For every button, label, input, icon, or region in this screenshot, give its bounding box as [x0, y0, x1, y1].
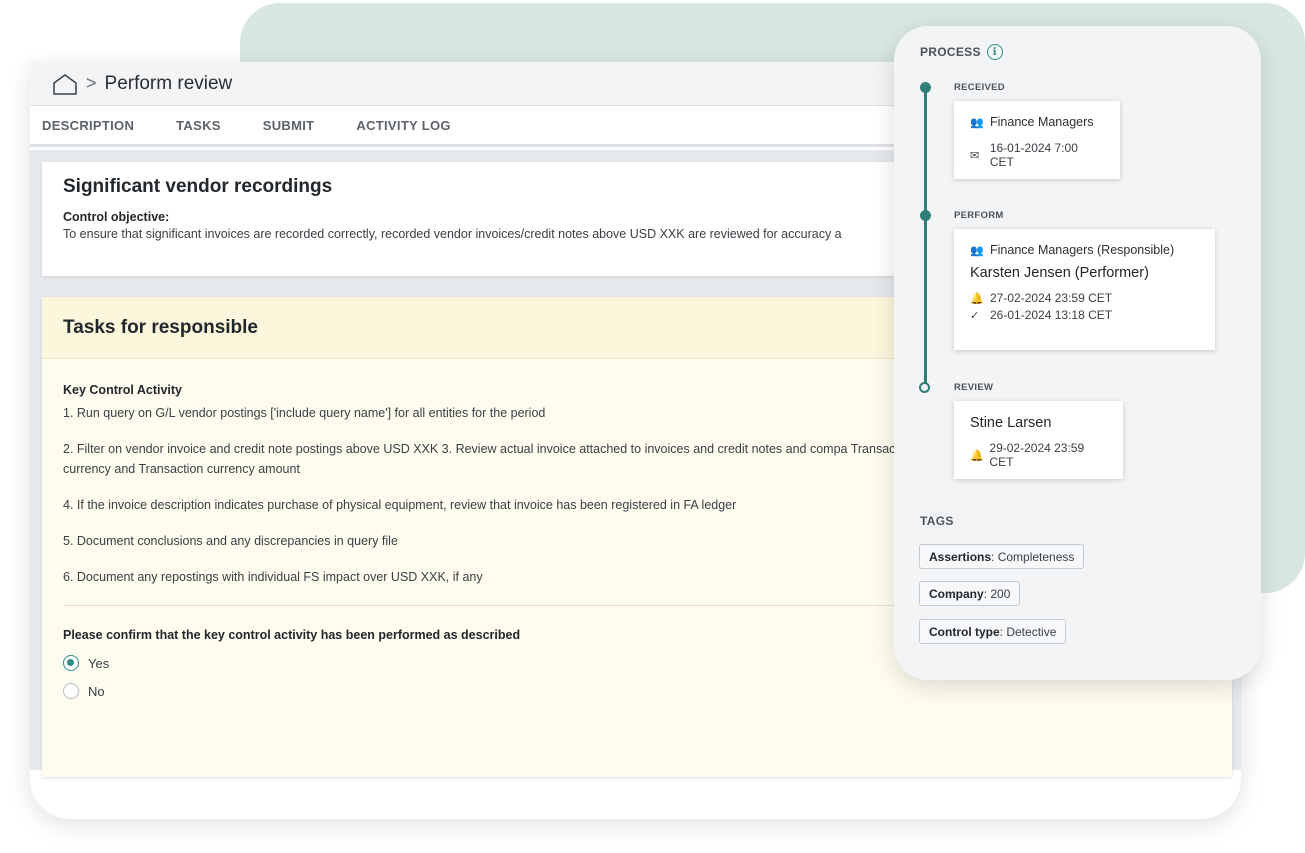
received-date: ✉ 16-01-2024 7:00 CET: [970, 141, 1104, 169]
task-step: 4. If the invoice description indicates …: [63, 498, 737, 512]
perform-deadline: 🔔 27-02-2024 23:59 CET: [970, 291, 1199, 305]
stage-perform-label: PERFORM: [954, 210, 1004, 221]
tab-submit[interactable]: SUBMIT: [263, 118, 315, 133]
tag-value: : 200: [983, 586, 1011, 601]
info-icon[interactable]: i: [986, 44, 1003, 60]
breadcrumb-separator: >: [86, 73, 97, 93]
received-card: 👥 Finance Managers ✉ 16-01-2024 7:00 CET: [954, 101, 1120, 179]
review-deadline-text: 29-02-2024 23:59 CET: [989, 441, 1085, 469]
perform-group-text: Finance Managers (Responsible): [990, 243, 1175, 257]
received-group: 👥 Finance Managers: [970, 115, 1104, 129]
tag-value: : Detective: [999, 624, 1057, 639]
stage-review-label: REVIEW: [954, 382, 994, 393]
process-panel: PROCESS i RECEIVED 👥 Finance Managers ✉ …: [894, 26, 1261, 680]
process-title: PROCESS i: [920, 44, 1003, 60]
task-step: 5. Document conclusions and any discrepa…: [63, 534, 398, 548]
bell-icon: 🔔: [970, 449, 984, 462]
reviewer-name: Stine Larsen: [970, 415, 1052, 431]
radio-no[interactable]: [63, 683, 79, 699]
tab-tasks[interactable]: TASKS: [176, 118, 221, 133]
stage-received-label: RECEIVED: [954, 82, 1005, 93]
tag-assertions[interactable]: Assertions: Completeness: [919, 544, 1085, 569]
timeline-dot-review: [919, 382, 930, 393]
tab-activity-log[interactable]: ACTIVITY LOG: [356, 118, 450, 133]
radio-no-label: No: [88, 683, 105, 699]
radio-yes[interactable]: [63, 655, 79, 671]
home-icon[interactable]: [52, 73, 78, 95]
perform-completed: ✓ 26-01-2024 13:18 CET: [970, 308, 1199, 322]
users-icon: 👥: [970, 244, 984, 257]
timeline-dot-perform: [920, 210, 931, 221]
tab-description[interactable]: DESCRIPTION: [42, 118, 134, 133]
tag-key: Assertions: [929, 549, 992, 564]
timeline-line: [924, 86, 927, 388]
tag-company[interactable]: Company: 200: [919, 581, 1021, 606]
mail-icon: ✉: [970, 149, 980, 162]
task-step: 2. Filter on vendor invoice and credit n…: [63, 442, 916, 476]
perform-completed-text: 26-01-2024 13:18 CET: [990, 308, 1113, 322]
tag-value: : Completeness: [991, 549, 1075, 564]
tags-title: TAGS: [920, 514, 954, 528]
task-step: 1. Run query on G/L vendor postings ['in…: [63, 406, 546, 420]
review-card: Stine Larsen 🔔 29-02-2024 23:59 CET: [954, 401, 1123, 479]
perform-card: 👥 Finance Managers (Responsible) Karsten…: [954, 229, 1215, 350]
tag-control-type[interactable]: Control type: Detective: [919, 619, 1067, 644]
received-date-text: 16-01-2024 7:00 CET: [989, 141, 1078, 169]
review-deadline: 🔔 29-02-2024 23:59 CET: [970, 441, 1107, 469]
timeline-dot-received: [920, 82, 931, 93]
received-group-text: Finance Managers: [990, 115, 1094, 129]
page-title: Perform review: [104, 72, 233, 94]
performer-name: Karsten Jensen (Performer): [970, 265, 1149, 281]
perform-deadline-text: 27-02-2024 23:59 CET: [990, 291, 1113, 305]
radio-option-no[interactable]: No: [63, 683, 1211, 699]
checkmark-icon: ✓: [970, 309, 980, 322]
users-icon: 👥: [970, 116, 984, 129]
task-step: 6. Document any repostings with individu…: [63, 570, 483, 584]
tag-key: Company: [929, 586, 984, 601]
radio-yes-label: Yes: [88, 655, 110, 671]
bell-icon: 🔔: [970, 292, 984, 305]
perform-group: 👥 Finance Managers (Responsible): [970, 243, 1199, 257]
tag-key: Control type: [929, 624, 1000, 639]
process-title-text: PROCESS: [920, 45, 981, 59]
